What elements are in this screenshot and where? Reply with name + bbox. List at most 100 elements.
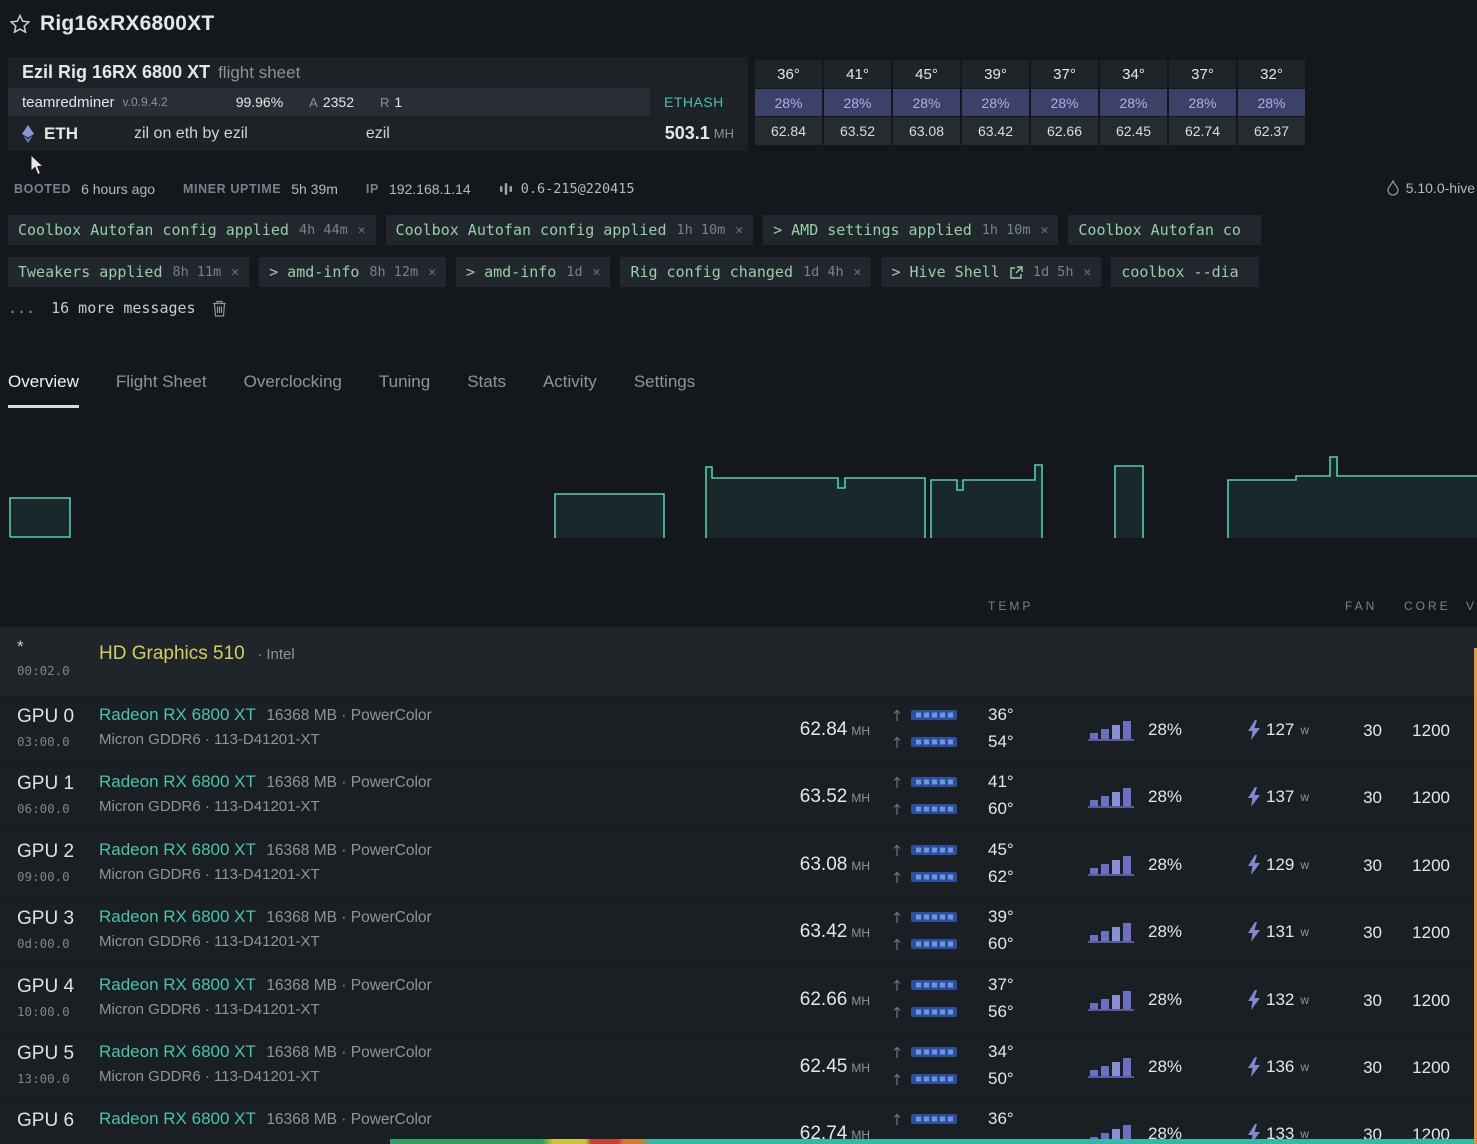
igpu-name[interactable]: HD Graphics 510 (99, 643, 245, 664)
gpu-name-link[interactable]: Radeon RX 6800 XT (99, 907, 256, 926)
rig-overview-screen: Rig16xRX6800XT Ezil Rig 16RX 6800 XT fli… (0, 0, 1477, 1144)
gpu-oc-fan-setting: 30 (1363, 788, 1382, 808)
gpu-stats-grid: 36° 28% 62.84 41° 28% 63.52 45° 28% 63.0… (755, 60, 1305, 145)
external-link-icon[interactable] (1010, 265, 1023, 279)
gpu-index: GPU 5 (17, 1042, 75, 1064)
gpu-name-link[interactable]: Radeon RX 6800 XT (99, 1109, 256, 1128)
message-text: Coolbox Autofan co (1078, 221, 1241, 239)
trend-up-icon (893, 709, 901, 721)
tab-settings[interactable]: Settings (634, 366, 695, 408)
gpu-index: GPU 2 (17, 840, 75, 862)
tab-stats[interactable]: Stats (467, 366, 506, 408)
message-text: coolbox --dia (1121, 263, 1239, 281)
message-chip: > Hive Shell 1d 5h ✕ (881, 257, 1102, 287)
flight-sheet-name: Ezil Rig 16RX 6800 XT (22, 62, 211, 82)
status-bar: BOOTED 6 hours ago MINER UPTIME 5h 39m I… (14, 178, 662, 200)
power-bolt-icon (1248, 922, 1260, 943)
gpu-core-temp: 39° (988, 907, 1014, 927)
gpu-name-link[interactable]: Radeon RX 6800 XT (99, 772, 256, 791)
gpu-power-watts: 131 (1266, 922, 1295, 942)
power-bolt-icon (1248, 989, 1260, 1010)
trend-up-icon (893, 911, 901, 924)
tab-overclocking[interactable]: Overclocking (244, 366, 342, 408)
gpu-stat-cell[interactable]: 34° 28% 62.45 (1100, 60, 1167, 145)
ip-label: IP (365, 182, 379, 196)
gpu-stat-cell[interactable]: 36° 28% 62.84 (755, 60, 822, 145)
gpu-name-link[interactable]: Radeon RX 6800 XT (99, 975, 256, 994)
gpu-core-temp: 36° (988, 705, 1014, 724)
gpu-stat-cell[interactable]: 39° 28% 63.42 (962, 60, 1029, 145)
memory-temp-icon (911, 939, 957, 950)
share-rate: 99.96% (235, 94, 284, 110)
rig-titlebar: Rig16xRX6800XT (10, 12, 214, 36)
integrated-gpu-row: * 00:02.0 HD Graphics 510 · Intel (0, 626, 1477, 696)
pool-name[interactable]: zil on eth by ezil (134, 125, 248, 143)
close-icon[interactable]: ✕ (1041, 223, 1049, 238)
power-bolt-icon (1248, 1056, 1260, 1077)
gpu-stat-cell[interactable]: 32° 28% 62.37 (1238, 60, 1305, 145)
gpu-name-link[interactable]: Radeon RX 6800 XT (99, 840, 256, 859)
close-icon[interactable]: ✕ (1083, 265, 1091, 280)
gpu-name-link[interactable]: Radeon RX 6800 XT (99, 705, 256, 724)
fan-bars-icon (1088, 855, 1134, 876)
message-chip: > AMD settings applied 1h 10m ✕ (763, 215, 1059, 245)
tab-tuning[interactable]: Tuning (379, 366, 430, 408)
gpu-core-temp: 41° (988, 772, 1014, 792)
gpu-hashrate-badge: 62.66 (1031, 117, 1098, 145)
fan-bars-icon (1088, 788, 1134, 809)
total-hashrate: 503.1 (664, 123, 710, 143)
trend-up-icon (893, 871, 901, 883)
hashrate-unit: MH (851, 993, 870, 1008)
more-messages-link[interactable]: 16 more messages (51, 299, 196, 317)
close-icon[interactable]: ✕ (735, 223, 743, 238)
ip-value[interactable]: 192.168.1.14 (389, 181, 471, 197)
gpu-temp-badge: 39° (962, 60, 1029, 88)
gpu-memory-info: 16368 MB · PowerColor (266, 909, 432, 927)
accepted-count: 2352 (322, 94, 354, 110)
gpu-fan-percent: 28% (1148, 720, 1183, 739)
gpu-core-temp: 34° (988, 1041, 1014, 1061)
close-icon[interactable]: ✕ (428, 265, 436, 280)
core-temp-icon (911, 710, 957, 720)
tab-flight-sheet[interactable]: Flight Sheet (116, 366, 207, 408)
memory-temp-icon (911, 871, 957, 882)
gpu-bus-id: 13:00.0 (17, 1070, 70, 1086)
gpu-stat-cell[interactable]: 45° 28% 63.08 (893, 60, 960, 145)
tab-overview[interactable]: Overview (8, 366, 79, 408)
message-time: 1d (566, 264, 583, 280)
gpu-fan-badge: 28% (1169, 89, 1236, 116)
gpu-memory-info: 16368 MB · PowerColor (266, 707, 432, 724)
close-icon[interactable]: ✕ (593, 265, 601, 280)
gpu-name-link[interactable]: Radeon RX 6800 XT (99, 1042, 256, 1061)
close-icon[interactable]: ✕ (358, 223, 366, 238)
header-temp: TEMP (988, 599, 1034, 613)
gpu-fan-percent: 28% (1148, 787, 1183, 807)
memory-temp-icon (911, 1073, 957, 1084)
gpu-fan-badge: 28% (824, 89, 891, 116)
miner-name[interactable]: teamredminer (22, 94, 115, 111)
gpu-fan-badge: 28% (1100, 89, 1167, 116)
gpu-hashrate: 62.66 (799, 988, 848, 1010)
mini-heatmap-strip (390, 1139, 1477, 1144)
core-temp-icon (911, 1046, 957, 1057)
gpu-memory-temp: 54° (988, 732, 1014, 751)
gpu-oc-core-clock: 1200 (1412, 990, 1450, 1010)
close-icon[interactable]: ✕ (231, 265, 239, 280)
clear-messages-button[interactable] (212, 300, 227, 317)
tab-activity[interactable]: Activity (543, 366, 597, 408)
gpu-memory-detail: Micron GDDR6 · 113-D41201-XT (99, 865, 320, 883)
message-chip: > amd-info 8h 12m ✕ (259, 257, 447, 287)
gpu-memory-temp: 60° (988, 799, 1014, 819)
gpu-stat-cell[interactable]: 37° 28% 62.66 (1031, 60, 1098, 145)
gpu-oc-core-clock: 1200 (1412, 1057, 1450, 1077)
hashrate-unit: MH (851, 791, 870, 806)
close-icon[interactable]: ✕ (854, 265, 862, 280)
gpu-power-watts: 136 (1266, 1056, 1295, 1076)
wallet-name[interactable]: ezil (366, 125, 390, 143)
gpu-memory-temp: 60° (988, 934, 1014, 954)
favorite-star-icon[interactable] (10, 14, 30, 34)
gpu-stat-cell[interactable]: 37° 28% 62.74 (1169, 60, 1236, 145)
gpu-stat-cell[interactable]: 41° 28% 63.52 (824, 60, 891, 145)
message-time: 1h 10m (676, 222, 726, 238)
trend-up-icon (893, 736, 901, 748)
